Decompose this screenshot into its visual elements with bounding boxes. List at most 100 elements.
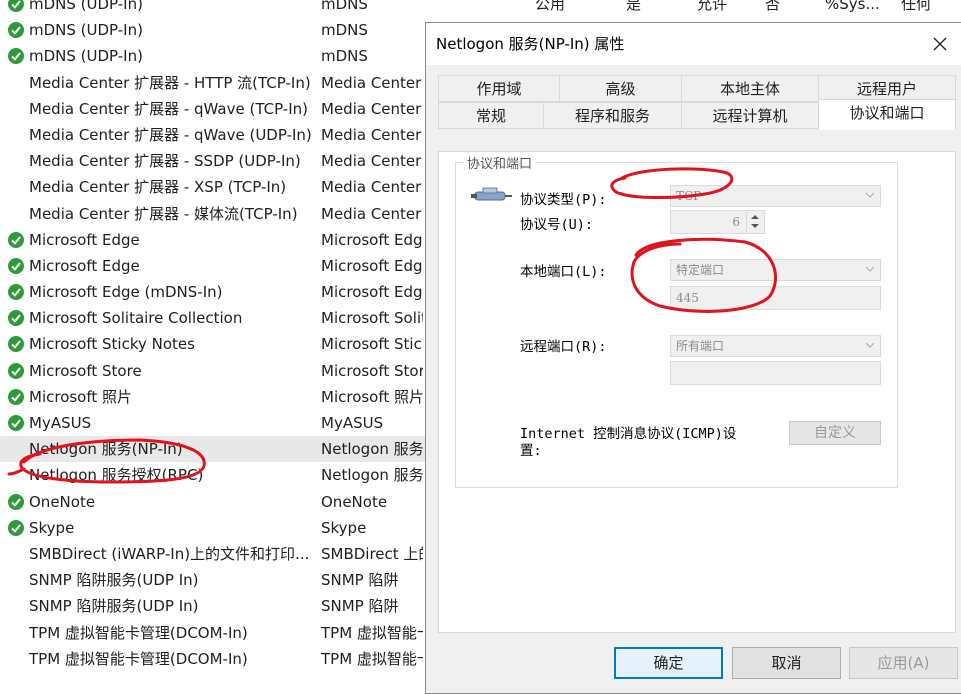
protocols-ports-group: 协议和端口 协议类型(P): TCP 协议号(U): 6 本地端口(L): 特定… [455, 153, 898, 488]
enabled-check-icon [8, 388, 24, 405]
enabled-check-icon [8, 493, 24, 510]
tab-programs-services[interactable]: 程序和服务 [543, 102, 682, 129]
rule-name: Microsoft Solitaire Collection [29, 309, 243, 328]
rule-group: TPM 虚拟智能卡 [321, 623, 423, 642]
rule-group: Media Center 扩 [321, 178, 423, 197]
rule-name: Microsoft Edge [29, 256, 140, 275]
local-port-label: 本地端口(L): [520, 264, 607, 280]
rule-group: SNMP 陷阱 [321, 597, 399, 616]
protocol-number-label: 协议号(U): [520, 217, 594, 233]
remote-port-label: 远程端口(R): [520, 339, 607, 355]
rule-group: mDNS [321, 0, 368, 13]
rule-group: SNMP 陷阱 [321, 571, 399, 590]
enabled-check-icon [8, 0, 24, 12]
rule-group: Netlogon 服务 [321, 440, 423, 459]
rule-name: Media Center 扩展器 - qWave (TCP-In) [29, 99, 309, 118]
rule-name: SNMP 陷阱服务(UDP In) [29, 597, 199, 616]
protocol-type-select[interactable]: TCP [670, 185, 881, 207]
rule-override: 否 [765, 0, 781, 13]
protocol-number-value: 6 [732, 215, 740, 229]
rule-name: Media Center 扩展器 - XSP (TCP-In) [29, 178, 287, 197]
local-port-input[interactable]: 445 [670, 286, 881, 310]
remote-port-select[interactable]: 所有端口 [670, 335, 881, 357]
rule-group: Media Center 扩 [321, 204, 423, 223]
rule-group: Microsoft Edge [321, 256, 423, 275]
rule-name: mDNS (UDP-In) [29, 21, 143, 40]
network-protocol-icon [471, 187, 512, 201]
ok-button[interactable]: 确定 [614, 647, 723, 679]
enabled-check-icon [8, 284, 24, 301]
cancel-button[interactable]: 取消 [732, 647, 841, 679]
enabled-check-icon [8, 231, 24, 248]
rule-name: mDNS (UDP-In) [29, 47, 143, 66]
tab-remote-computers[interactable]: 远程计算机 [681, 102, 819, 129]
close-icon[interactable] [930, 34, 950, 54]
enabled-check-icon [8, 257, 24, 274]
rule-group: SMBDirect 上的 [321, 544, 423, 563]
enabled-check-icon [8, 519, 24, 536]
rule-name: Netlogon 服务(NP-In) [29, 440, 183, 459]
enabled-check-icon [8, 336, 24, 353]
icmp-label-line1: Internet 控制消息协议(ICMP)设 [520, 426, 737, 442]
tab-scope[interactable]: 作用域 [438, 75, 560, 102]
rule-group: Microsoft Edge [321, 230, 423, 249]
protocol-type-label: 协议类型(P): [520, 192, 607, 208]
title-bar[interactable]: Netlogon 服务(NP-In) 属性 [426, 23, 961, 65]
rule-name: Media Center 扩展器 - HTTP 流(TCP-In) [29, 73, 311, 92]
rule-name: MyASUS [29, 414, 92, 432]
rule-profile: 公用 [535, 0, 566, 13]
rule-name: Media Center 扩展器 - qWave (UDP-In) [29, 125, 312, 144]
tab-general[interactable]: 常规 [438, 102, 544, 129]
rule-name: Microsoft Store [29, 361, 142, 380]
rule-row[interactable]: mDNS (UDP-In) mDNS 公用 是 允许 否 %Sys... 任何 [0, 0, 961, 17]
rule-group: Microsoft Sticky [321, 335, 423, 354]
rule-name: SNMP 陷阱服务(UDP In) [29, 571, 199, 590]
rule-name: OneNote [29, 492, 96, 511]
tab-remote-users[interactable]: 远程用户 [818, 75, 956, 102]
rule-group: mDNS [321, 21, 368, 40]
apply-button[interactable]: 应用(A) [849, 647, 958, 679]
rule-local-address: 任何 [901, 0, 932, 13]
rule-group: Microsoft 照片 [321, 387, 423, 406]
rule-name: Media Center 扩展器 - SSDP (UDP-In) [29, 152, 301, 171]
local-port-value: 特定端口 [676, 263, 725, 277]
protocol-number-stepper[interactable]: 6 [670, 210, 765, 234]
rule-name: Microsoft Edge (mDNS-In) [29, 283, 223, 302]
chevron-down-icon [866, 342, 874, 348]
stepper-buttons[interactable] [746, 212, 763, 232]
rule-group: OneNote [321, 492, 388, 511]
customize-button[interactable]: 自定义 [789, 421, 881, 445]
rule-group: TPM 虚拟智能卡 [321, 649, 423, 668]
tab-local-principals[interactable]: 本地主体 [681, 75, 819, 102]
dialog-title: Netlogon 服务(NP-In) 属性 [436, 35, 625, 53]
enabled-check-icon [8, 415, 24, 431]
rule-enabled-text: 是 [626, 0, 642, 13]
rule-name: TPM 虚拟智能卡管理(DCOM-In) [29, 623, 248, 642]
rule-name: SMBDirect (iWARP-In)上的文件和打印... [29, 544, 310, 563]
rule-name: Media Center 扩展器 - 媒体流(TCP-In) [29, 204, 298, 223]
chevron-down-icon [866, 192, 874, 198]
rule-action: 允许 [697, 0, 728, 13]
chevron-down-icon [866, 266, 874, 272]
rule-group: mDNS [321, 47, 368, 66]
rule-name: TPM 虚拟智能卡管理(DCOM-In) [29, 649, 248, 668]
tab-advanced[interactable]: 高级 [559, 75, 682, 102]
rule-name: Microsoft Edge [29, 230, 140, 249]
rule-name: Skype [29, 518, 75, 537]
rule-name: mDNS (UDP-In) [29, 0, 143, 13]
remote-port-value: 所有端口 [676, 339, 725, 353]
local-port-select[interactable]: 特定端口 [670, 259, 881, 281]
rule-name: Microsoft Sticky Notes [29, 335, 195, 354]
rule-group: Skype [321, 518, 367, 537]
rule-name: Netlogon 服务授权(RPC) [29, 466, 204, 485]
remote-port-input[interactable] [670, 361, 881, 385]
protocol-type-value: TCP [676, 189, 702, 203]
tab-panel: 协议和端口 协议类型(P): TCP 协议号(U): 6 本地端口(L): 特定… [438, 151, 956, 633]
enabled-check-icon [8, 22, 24, 39]
rule-group: MyASUS [321, 414, 384, 432]
rule-group: Media Center 扩 [321, 73, 423, 92]
tab-protocols-ports[interactable]: 协议和端口 [818, 99, 956, 130]
group-title: 协议和端口 [464, 153, 536, 172]
enabled-check-icon [8, 310, 24, 327]
rule-name: Microsoft 照片 [29, 387, 133, 406]
